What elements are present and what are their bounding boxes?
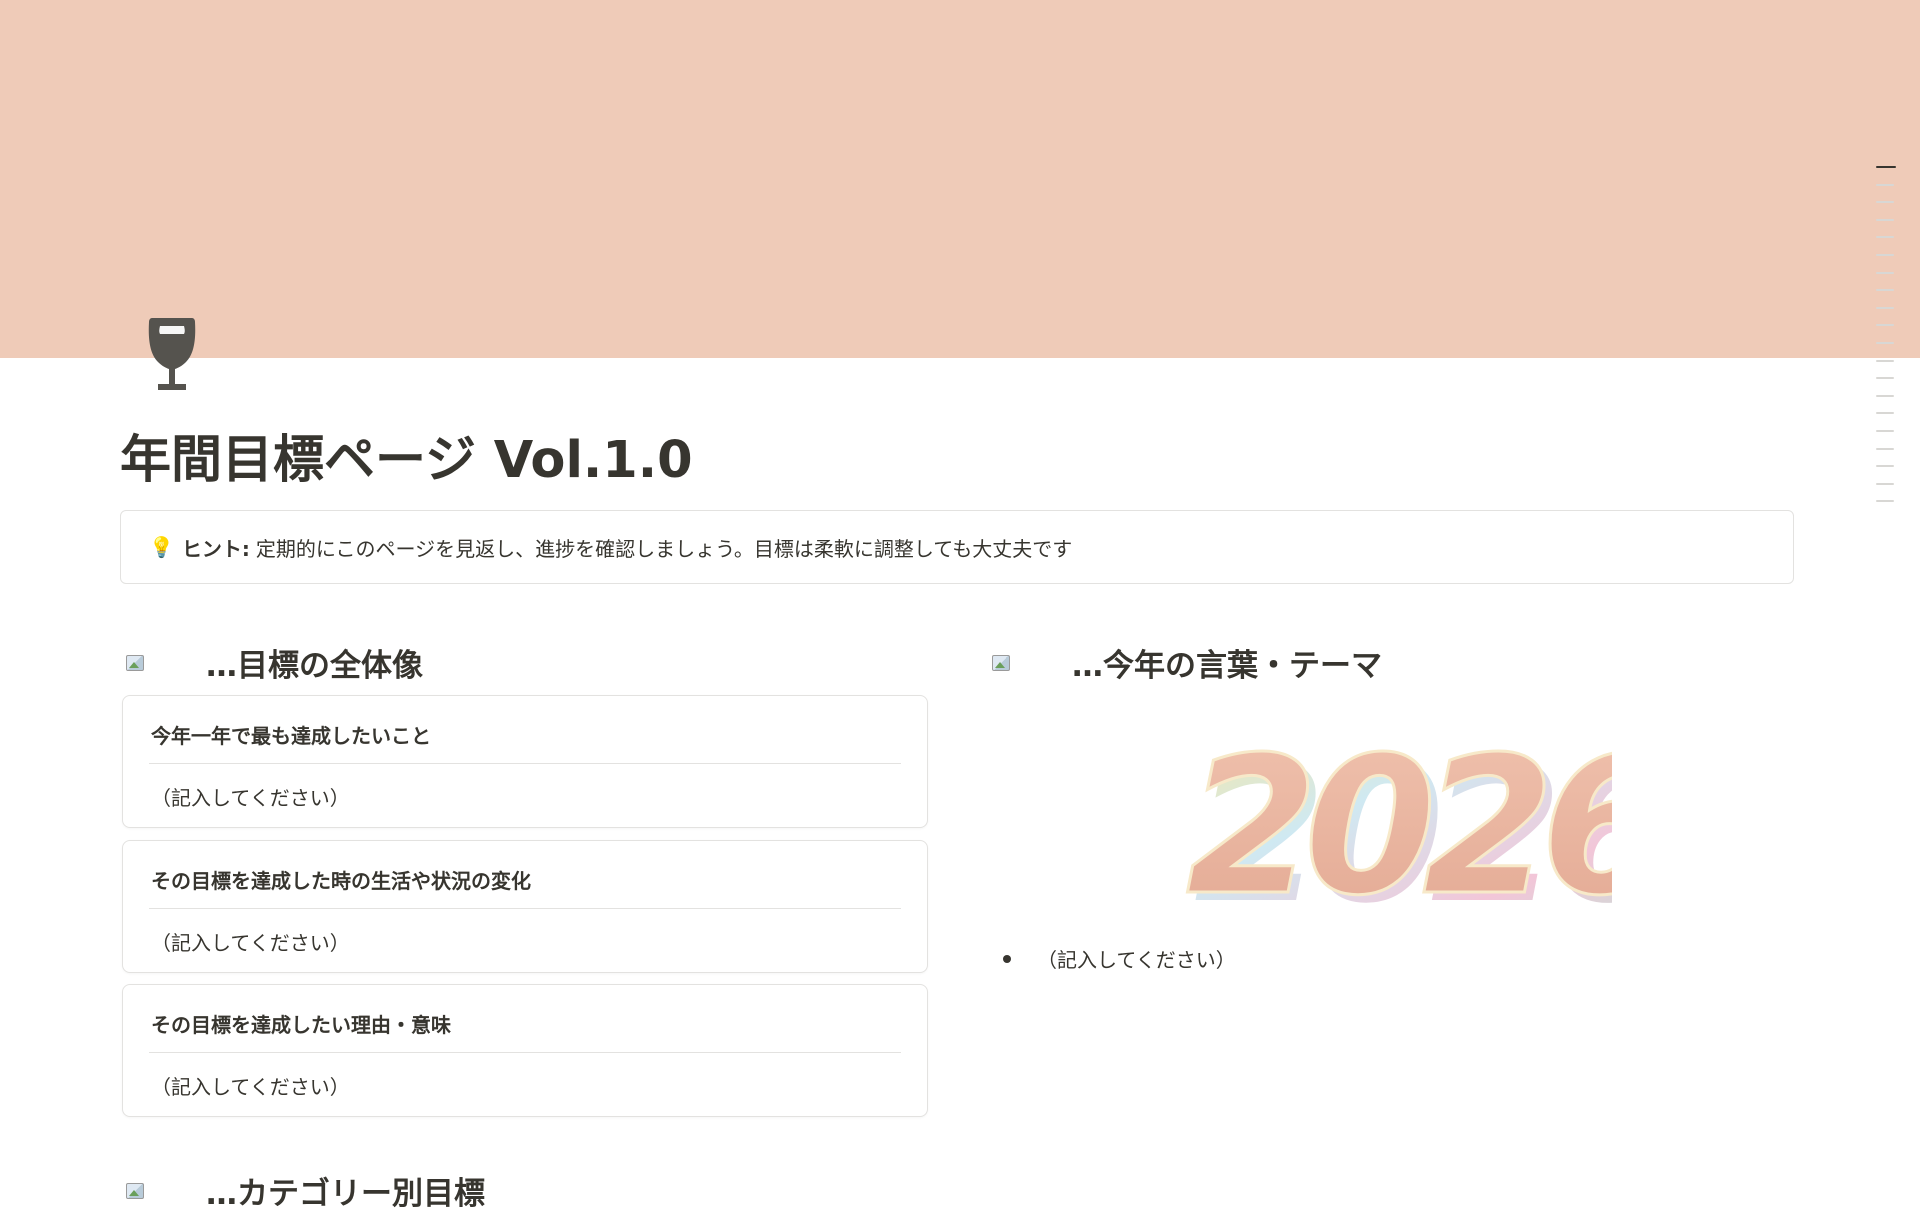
theme-heading-text: …今年の言葉・テーマ [1072, 648, 1382, 684]
section-heading-theme: …今年の言葉・テーマ [990, 640, 1382, 685]
toc-entry[interactable] [1876, 482, 1894, 485]
goal-card-value[interactable]: （記入してください） [151, 782, 350, 811]
toc-entry[interactable] [1876, 429, 1894, 432]
toc-entry[interactable] [1876, 271, 1894, 274]
page-title[interactable]: 年間目標ページ Vol.1.0 [120, 418, 693, 492]
toc-entry[interactable] [1876, 500, 1894, 503]
toc-entry[interactable] [1876, 465, 1894, 468]
list-item-text[interactable]: （記入してください） [1037, 944, 1236, 973]
toc-entry[interactable] [1876, 394, 1894, 397]
toc-entry[interactable] [1876, 341, 1894, 344]
list-item[interactable]: （記入してください） [1000, 944, 1236, 973]
page-cover[interactable] [0, 0, 1920, 358]
goal-card-title: その目標を達成したい理由・意味 [151, 1013, 451, 1037]
broken-image-icon [124, 1181, 146, 1201]
divider [149, 908, 901, 909]
toc-entry[interactable] [1876, 359, 1894, 362]
toc-entry[interactable] [1876, 447, 1894, 450]
goal-card-title: その目標を達成した時の生活や状況の変化 [151, 869, 531, 893]
toc-entry[interactable] [1876, 166, 1896, 168]
year-2026-image[interactable]: 2026 2026 [1172, 722, 1613, 922]
toc-entry[interactable] [1876, 183, 1894, 186]
toc-entry[interactable] [1876, 412, 1894, 415]
section-heading-category: …カテゴリー別目標 [124, 1168, 485, 1213]
bullet-icon [1003, 954, 1011, 963]
toc-entry[interactable] [1876, 201, 1894, 204]
goal-card-value[interactable]: （記入してください） [151, 927, 350, 956]
light-bulb-icon: 💡 [149, 535, 174, 559]
theme-bullet-list: （記入してください） [1000, 944, 1236, 973]
hint-label: ヒント: [181, 536, 250, 561]
toc-entry[interactable] [1876, 324, 1894, 327]
table-of-contents-minimap[interactable] [1876, 166, 1896, 518]
broken-image-icon [124, 653, 146, 673]
goal-card[interactable]: その目標を達成したい理由・意味 （記入してください） [122, 984, 928, 1117]
toc-entry[interactable] [1876, 236, 1894, 239]
section-heading-overview: …目標の全体像 [124, 640, 423, 685]
goal-card-title: 今年一年で最も達成したいこと [151, 724, 431, 748]
toc-entry[interactable] [1876, 306, 1894, 309]
category-heading-text: …カテゴリー別目標 [206, 1176, 485, 1212]
hint-callout: 💡 ヒント: 定期的にこのページを見返し、進捗を確認しましょう。目標は柔軟に調整… [120, 510, 1794, 584]
toc-entry[interactable] [1876, 289, 1894, 292]
goal-card[interactable]: その目標を達成した時の生活や状況の変化 （記入してください） [122, 840, 928, 973]
wine-glass-icon[interactable] [140, 312, 204, 396]
toc-entry[interactable] [1876, 253, 1894, 256]
year-text: 2026 [1186, 722, 1612, 922]
toc-entry[interactable] [1876, 377, 1894, 380]
toc-entry[interactable] [1876, 218, 1894, 221]
divider [149, 1052, 901, 1053]
broken-image-icon [990, 653, 1012, 673]
goal-card-value[interactable]: （記入してください） [151, 1071, 350, 1100]
goal-card[interactable]: 今年一年で最も達成したいこと （記入してください） [122, 695, 928, 828]
divider [149, 763, 901, 764]
overview-heading-text: …目標の全体像 [206, 648, 423, 684]
hint-text: 定期的にこのページを見返し、進捗を確認しましょう。目標は柔軟に調整しても大丈夫で… [255, 536, 1073, 561]
